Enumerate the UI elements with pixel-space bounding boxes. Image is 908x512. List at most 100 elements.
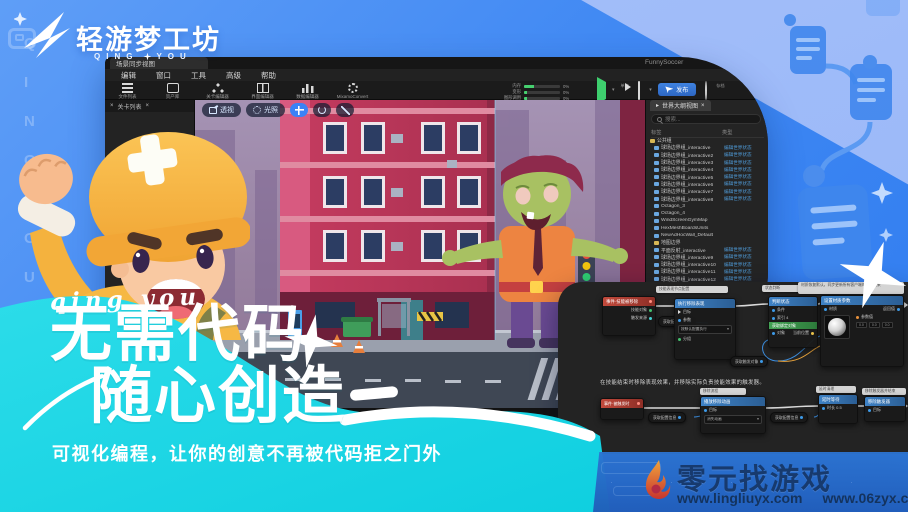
folder-icon xyxy=(654,241,659,245)
outliner-row[interactable]: 球场边界组_interactive2编辑世界状态 xyxy=(649,152,766,159)
play-dropdown-caret[interactable]: ▾ xyxy=(612,87,615,93)
outliner-row[interactable]: Octagon_4 xyxy=(649,210,766,217)
rotate-icon xyxy=(318,106,326,114)
outliner-item-type: 编辑世界状态 xyxy=(724,145,766,151)
project-title: FunnySoccer xyxy=(645,59,765,66)
getter-pill-node[interactable]: 获取配置信息 xyxy=(648,412,686,423)
outliner-item-name: Octagon_3 xyxy=(661,204,722,209)
grid-icon xyxy=(257,83,269,93)
animation-node[interactable]: 播放移除动画 目标 消失动画▾ xyxy=(700,396,766,434)
outliner-item-name: 球场边界组_interactive2 xyxy=(661,152,722,159)
step-button[interactable]: 单步 xyxy=(621,82,629,89)
watermark-url[interactable]: www.06zyx.com xyxy=(823,490,908,506)
outliner-item-name: 球场边界组_interactive8 xyxy=(661,196,722,203)
outliner-row[interactable]: 球场边界组_interactive11编辑世界状态 xyxy=(649,268,766,275)
menu-item[interactable]: 高级 xyxy=(226,70,241,81)
action-node[interactable]: 执行移除表现 目标 参数 按默认配置执行▾ 分组 xyxy=(674,298,736,360)
toolbar-button[interactable]: 文件列表 xyxy=(105,81,150,100)
outliner-row[interactable]: 球场边界组_interactive9编辑世界状态 xyxy=(649,254,766,261)
outliner-tab[interactable]: ▸ 世界大纲视图 × xyxy=(650,100,711,111)
caret-right-icon: ▸ xyxy=(656,102,659,109)
toolbar-button-label: MixamoConvert xyxy=(330,94,375,99)
cube-icon xyxy=(654,226,659,230)
outliner-row[interactable]: 球场边界组_interactive6编辑世界状态 xyxy=(649,181,766,188)
paper-plane-logo-icon xyxy=(14,6,72,62)
move-icon xyxy=(295,106,304,115)
getter-pill-node[interactable]: 获取触发对象 xyxy=(730,356,768,367)
outliner-row[interactable]: 球场边界组_interactive编辑世界状态 xyxy=(649,144,766,151)
move-tool[interactable] xyxy=(290,103,308,117)
stat-bar-fill xyxy=(524,85,534,88)
outliner-row[interactable]: HexMeshBoardsUnits xyxy=(649,225,766,232)
bars-icon xyxy=(122,83,133,93)
outliner-item-name: 地图边界 xyxy=(661,239,722,246)
nodes-icon xyxy=(212,83,224,93)
material-value-box[interactable]: 0.0 xyxy=(856,322,867,328)
menu-bar: 编辑 窗口 工具 高级 帮助 xyxy=(105,69,768,81)
cube-icon xyxy=(654,212,659,216)
lighting-pill[interactable]: 光照 xyxy=(246,103,285,117)
outliner-row[interactable]: 球场边界组_interactive3编辑世界状态 xyxy=(649,159,766,166)
remove-node[interactable]: 移除触发器 目标 xyxy=(864,396,906,422)
outliner-row[interactable]: 球场边界组_interactive10编辑世界状态 xyxy=(649,261,766,268)
outliner-row[interactable]: WindScreenGymMap xyxy=(649,217,766,224)
rotate-tool[interactable] xyxy=(313,103,331,117)
outliner-row[interactable]: 公共组 xyxy=(649,137,766,144)
publish-button[interactable]: 发布 xyxy=(658,83,696,96)
outliner-item-name: 球场边界组_interactive4 xyxy=(661,166,722,173)
outliner-item-name: 球场边界组_interactive9 xyxy=(661,254,722,261)
outliner-item-name: 平面反射_interactive xyxy=(661,247,722,254)
toolbar-button[interactable]: 数据编辑器 xyxy=(285,81,330,100)
branch-node[interactable]: 判断状态 条件 索引 4 获取绑定对象 对象当前位置 xyxy=(768,296,818,348)
outliner-row[interactable]: NewAdHocWall_Default xyxy=(649,232,766,239)
outliner-row[interactable]: 球场边界组_interactive5编辑世界状态 xyxy=(649,173,766,180)
node-comment-bubble: 延时清理 xyxy=(816,386,856,393)
menu-item[interactable]: 帮助 xyxy=(261,70,276,81)
cube-icon xyxy=(654,175,659,179)
getter-pill-node[interactable]: 获取配置信息 xyxy=(770,412,808,423)
stop-dropdown-caret[interactable]: ▾ xyxy=(649,87,652,93)
material-value-box[interactable]: 0.0 xyxy=(869,322,880,328)
outliner-item-name: NewAdHocWall_Default xyxy=(661,233,722,238)
toolbar-button[interactable]: 界面编辑器 xyxy=(240,81,285,100)
outliner-row[interactable]: 球场边界组_interactive8编辑世界状态 xyxy=(649,195,766,202)
outliner-row[interactable]: 球场边界组_interactive7编辑世界状态 xyxy=(649,188,766,195)
material-value-box[interactable]: 0.0 xyxy=(882,322,893,328)
brand-subtitle: QING YOU xyxy=(94,52,192,61)
save-button[interactable]: 存档 xyxy=(716,82,724,89)
toolbar-button[interactable]: MixamoConvert xyxy=(330,81,375,100)
outliner-row[interactable]: 平面反射_interactive编辑世界状态 xyxy=(649,246,766,253)
cube-icon xyxy=(654,277,659,281)
toolbar-button[interactable]: 资产库 xyxy=(150,81,195,100)
outliner-item-name: 球场边界组_interactive xyxy=(661,144,722,151)
outliner-item-name: HexMeshBoardsUnits xyxy=(661,226,722,231)
performance-stats: 内存0%变形0%图形调用0% xyxy=(493,83,589,101)
outliner-item-type: 编辑世界状态 xyxy=(724,269,766,275)
outliner-row[interactable]: 球场边界组_interactive4编辑世界状态 xyxy=(649,166,766,173)
paper-plane-icon xyxy=(665,86,673,94)
menu-item[interactable]: 工具 xyxy=(191,70,206,81)
toolbar-button[interactable]: 关卡编辑器 xyxy=(195,81,240,100)
stat-bar-fill xyxy=(524,91,527,94)
headline-line2: 随心创造 xyxy=(90,366,346,428)
menu-item[interactable]: 窗口 xyxy=(156,70,171,81)
outliner-item-type: 编辑世界状态 xyxy=(724,181,766,187)
watermark-url[interactable]: www.lingliuyx.com xyxy=(677,490,803,506)
scale-tool[interactable] xyxy=(336,103,354,117)
lighting-icon xyxy=(253,106,261,114)
outliner-item-name: WindScreenGymMap xyxy=(661,218,722,223)
cube-icon xyxy=(654,204,659,208)
stop-icon xyxy=(638,81,640,100)
material-values[interactable]: 0.00.00.0 xyxy=(853,321,903,329)
outliner-row[interactable]: 地图边界 xyxy=(649,239,766,246)
cube-icon xyxy=(654,153,659,157)
outliner-row[interactable]: Octagon_3 xyxy=(649,203,766,210)
outliner-item-name: 球场边界组_interactive11 xyxy=(661,268,722,275)
outliner-search-input[interactable]: 搜索... xyxy=(651,114,761,124)
delay-node[interactable]: 延时等待 时长 0.5 xyxy=(818,394,858,424)
menu-item[interactable]: 编辑 xyxy=(121,70,136,81)
material-node[interactable]: 设置材质参数 材质 返回值 参数值 0.00.00.0 xyxy=(820,295,904,367)
cube-icon xyxy=(654,263,659,267)
close-icon[interactable]: × xyxy=(701,103,705,109)
outliner-item-type: 编辑世界状态 xyxy=(724,254,766,260)
